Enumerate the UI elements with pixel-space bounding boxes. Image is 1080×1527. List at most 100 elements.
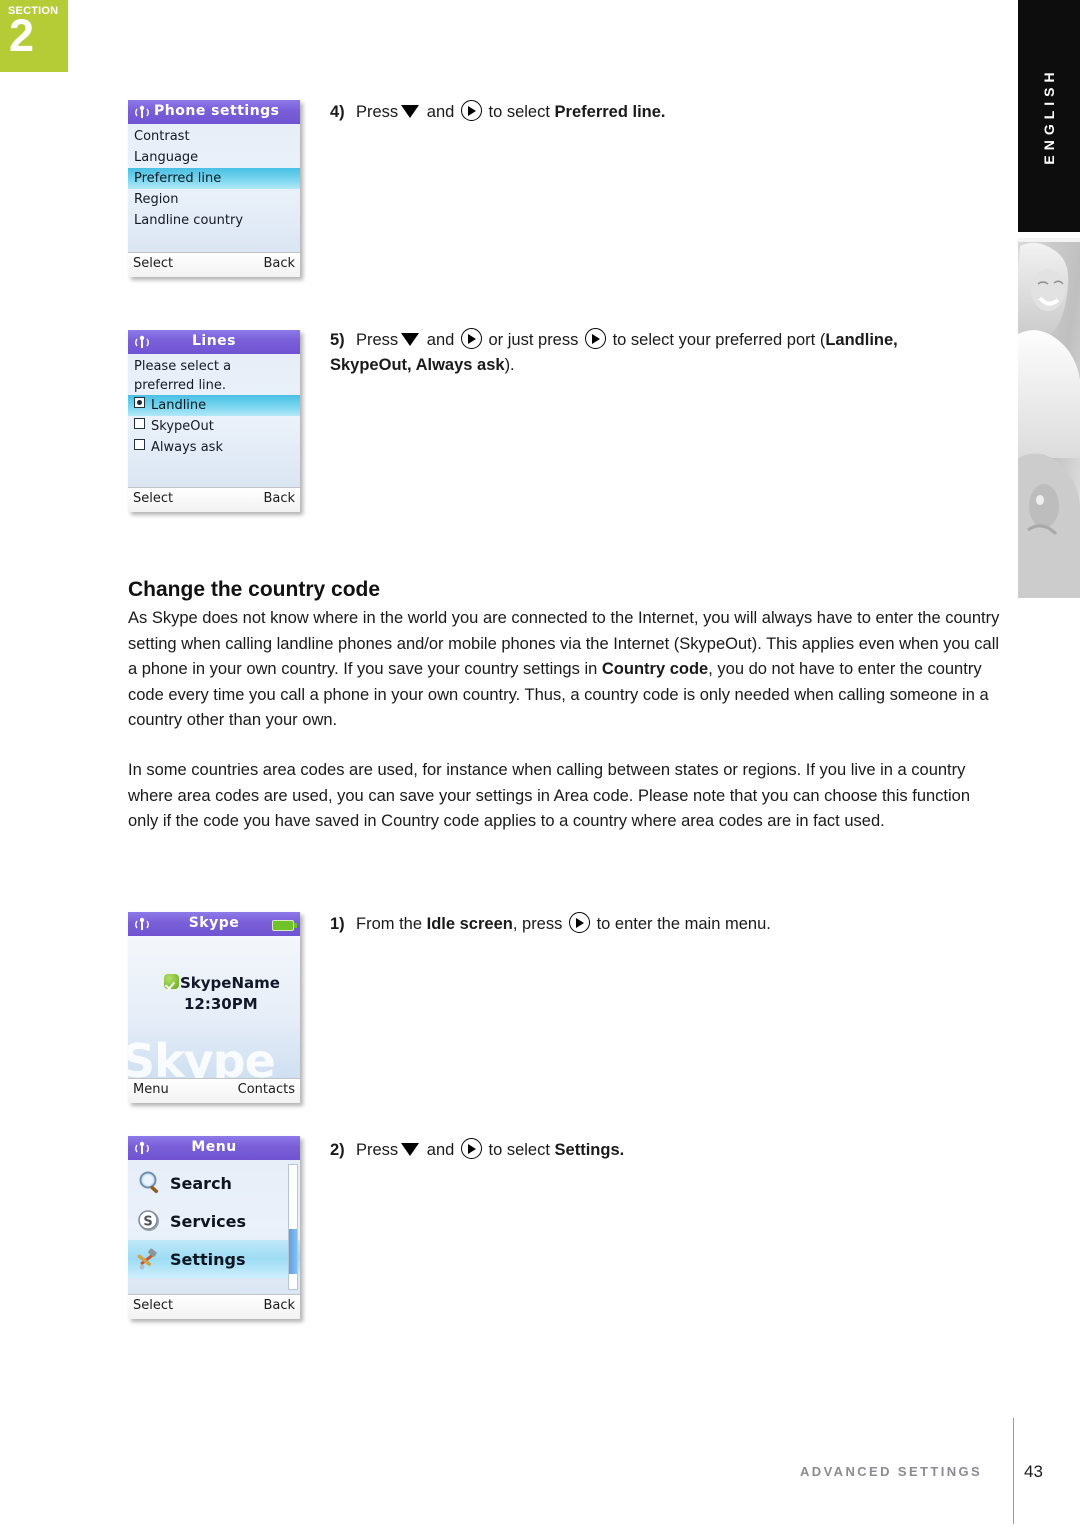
menu-scrollbar-thumb[interactable] (289, 1229, 297, 1275)
radio-option-selected[interactable]: Landline (128, 395, 300, 416)
radio-option-label: Always ask (151, 440, 223, 455)
lines-softkeys: Select Back (128, 487, 300, 512)
footer-page-number: 43 (1024, 1462, 1043, 1481)
phone-settings-titlebar: Phone settings (128, 100, 300, 124)
lines-titlebar: Lines (128, 330, 300, 354)
menu-item-search[interactable]: Search (128, 1164, 300, 1202)
screenshot-menu: Menu Search S Services Settings Select B… (128, 1136, 300, 1319)
step-5-text-c: or just press (488, 331, 579, 349)
step-2-number: 2) (330, 1141, 345, 1159)
list-item-selected[interactable]: Preferred line (128, 168, 300, 189)
tools-icon (137, 1248, 157, 1270)
radio-option[interactable]: SkypeOut (128, 416, 300, 437)
menu-item-label: Search (170, 1173, 232, 1193)
step-5-number: 5) (330, 331, 345, 349)
right-arrow-circle-icon (460, 328, 482, 349)
skype-name: SkypeName (180, 974, 280, 992)
phone-settings-list: Contrast Language Preferred line Region … (128, 124, 300, 252)
paragraph-2: In some countries area codes are used, f… (128, 761, 971, 831)
menu-scrollbar[interactable] (288, 1164, 298, 1290)
list-item[interactable]: Landline country (128, 210, 300, 231)
menu-item-services[interactable]: S Services (128, 1202, 300, 1240)
radio-option-label: SkypeOut (151, 419, 214, 434)
step-5-text-a: Press (356, 331, 399, 349)
softkey-back[interactable]: Back (263, 256, 295, 271)
lines-intro-line1: Please select a (134, 359, 232, 374)
down-arrow-icon (401, 105, 420, 118)
step-4-bold-target: Preferred line. (554, 103, 666, 121)
battery-icon (272, 920, 297, 931)
step-5: 5) Press and or just press to select your… (330, 328, 960, 378)
list-item[interactable]: Contrast (128, 126, 300, 147)
menu-item-label: Settings (170, 1249, 246, 1269)
paragraph-1-bold: Country code (601, 660, 709, 679)
step-5-text-b: and (426, 331, 455, 349)
step-1-number: 1) (330, 915, 345, 933)
menu-title: Menu (191, 1139, 237, 1155)
step-4-text-a: Press (356, 103, 399, 121)
menu-item-settings-selected[interactable]: Settings (128, 1240, 300, 1278)
softkey-back[interactable]: Back (263, 1298, 295, 1313)
softkey-select[interactable]: Select (133, 1298, 173, 1313)
softkey-select[interactable]: Select (133, 491, 173, 506)
step-1-text-c: to enter the main menu. (596, 915, 771, 933)
step-1: 1) From the Idle screen, press to enter t… (330, 912, 890, 937)
step-2-bold-target: Settings. (554, 1141, 625, 1159)
menu-titlebar: Menu (128, 1136, 300, 1160)
step-5-text-e: ). (504, 356, 515, 374)
paragraph-1: As Skype does not know where in the worl… (128, 606, 1000, 734)
right-arrow-circle-icon (460, 1138, 482, 1159)
idle-softkeys: Menu Contacts (128, 1078, 300, 1103)
down-arrow-icon (401, 1143, 420, 1156)
down-arrow-icon (401, 333, 420, 346)
screenshot-lines: Lines Please select a preferred line. La… (128, 330, 300, 512)
idle-time: 12:30PM (184, 995, 258, 1013)
softkey-contacts[interactable]: Contacts (238, 1082, 295, 1097)
softkey-select[interactable]: Select (133, 256, 173, 271)
softkey-back[interactable]: Back (263, 491, 295, 506)
screenshot-idle: Skype Skype SkypeName 12:30PM Menu Conta… (128, 912, 300, 1103)
sidebar-photo (1018, 238, 1080, 598)
lines-title: Lines (191, 333, 236, 349)
heading-change-country-code: Change the country code (128, 578, 381, 601)
step-2-text-b: and (426, 1141, 455, 1159)
screenshot-phone-settings: Phone settings Contrast Language Preferr… (128, 100, 300, 277)
list-item[interactable]: Language (128, 147, 300, 168)
softkey-menu[interactable]: Menu (133, 1082, 169, 1097)
right-arrow-circle-icon (568, 912, 590, 933)
lines-body: Please select a preferred line. Landline… (128, 354, 300, 487)
step-1-text-a: From the (356, 915, 423, 933)
skype-s-icon: S (138, 1210, 159, 1231)
step-2-text-a: Press (356, 1141, 399, 1159)
page-vertical-rule (1013, 1418, 1014, 1524)
list-item[interactable]: Region (128, 189, 300, 210)
right-arrow-circle-icon (584, 328, 606, 349)
step-1-bold-target: Idle screen (426, 915, 513, 933)
step-2-text-c: to select (488, 1141, 550, 1159)
radio-button-on-icon (134, 397, 145, 408)
radio-button-off-icon (134, 418, 145, 429)
step-5-text-d: to select your preferred port ( (612, 331, 826, 349)
step-4-text-c: to select (488, 103, 550, 121)
radio-button-off-icon (134, 439, 145, 450)
step-4-number: 4) (330, 103, 345, 121)
language-tab-label: ENGLISH (1041, 67, 1057, 165)
step-4-text-b: and (426, 103, 455, 121)
step-2: 2) Press and to select Settings. (330, 1138, 890, 1163)
phone-settings-softkeys: Select Back (128, 252, 300, 277)
section-badge-number: 2 (9, 10, 35, 61)
radio-option-label: Landline (151, 398, 207, 413)
phone-settings-title: Phone settings (154, 103, 280, 119)
language-tab-english: ENGLISH (1018, 0, 1080, 232)
footer-section-label: ADVANCED SETTINGS (800, 1464, 983, 1479)
antenna-icon (135, 105, 149, 118)
menu-list: Search S Services Settings (128, 1160, 300, 1294)
idle-body: Skype SkypeName 12:30PM (128, 936, 300, 1088)
magnifier-icon (139, 1171, 159, 1194)
svg-text:S: S (143, 1215, 152, 1230)
section-badge: SECTION 2 (0, 0, 68, 72)
sidebar-photo-image (1018, 238, 1080, 598)
menu-item-label: Services (170, 1211, 247, 1231)
right-arrow-circle-icon (460, 100, 482, 121)
radio-option[interactable]: Always ask (128, 437, 300, 458)
